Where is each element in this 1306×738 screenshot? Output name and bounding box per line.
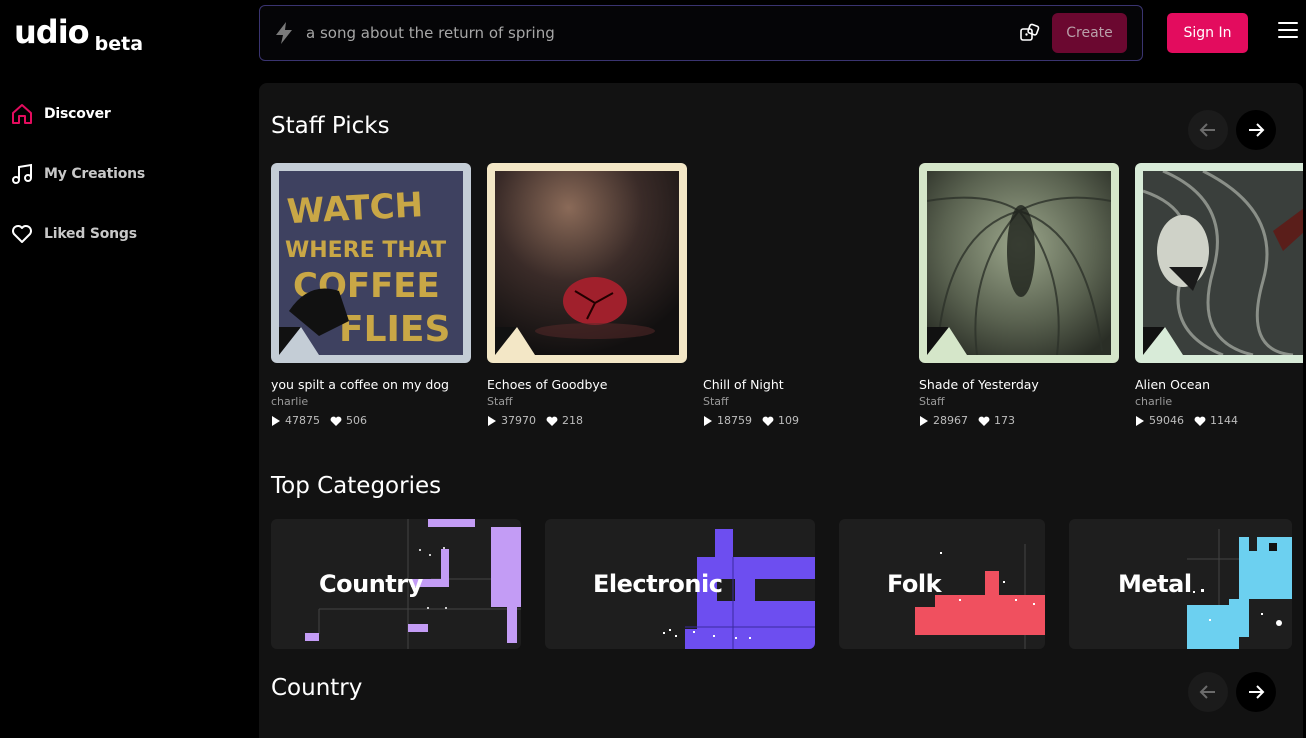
song-title[interactable]: Echoes of Goodbye xyxy=(487,377,687,392)
category-card-country[interactable]: Country xyxy=(271,519,521,649)
heart-icon xyxy=(1194,416,1206,426)
play-icon xyxy=(1135,415,1145,426)
app-root: udio beta Discover My Creations Liked So… xyxy=(0,0,1306,738)
song-cover[interactable] xyxy=(703,163,903,363)
song-artist[interactable]: charlie xyxy=(1135,395,1303,408)
category-name: Country xyxy=(319,570,423,598)
sidebar-item-my-creations[interactable]: My Creations xyxy=(0,144,255,204)
play-count: 59046 xyxy=(1149,414,1184,427)
like-count: 218 xyxy=(562,414,583,427)
song-artist[interactable]: Staff xyxy=(919,395,1119,408)
corner-mark-icon xyxy=(279,327,319,355)
song-stats: 18759 109 xyxy=(703,414,903,427)
heart-icon xyxy=(10,222,34,246)
song-card[interactable]: Echoes of Goodbye Staff 37970 218 xyxy=(487,163,687,427)
category-card-metal[interactable]: Metal xyxy=(1069,519,1292,649)
country-prev-button[interactable] xyxy=(1188,672,1228,712)
category-card-electronic[interactable]: Electronic xyxy=(545,519,815,649)
song-cover[interactable] xyxy=(919,163,1119,363)
section-title-top-categories: Top Categories xyxy=(271,473,442,499)
song-card[interactable]: Alien Ocean charlie 59046 1144 xyxy=(1135,163,1303,427)
corner-mark-icon xyxy=(495,327,535,355)
corner-mark-icon xyxy=(1143,327,1183,355)
svg-text:WATCH: WATCH xyxy=(286,185,424,232)
song-stats: 47875 506 xyxy=(271,414,471,427)
main-content: Staff Picks WATCH WHERE THAT COFFEE FLIE… xyxy=(259,83,1303,738)
like-count: 1144 xyxy=(1210,414,1238,427)
song-stats: 37970 218 xyxy=(487,414,687,427)
staff-picks-prev-button[interactable] xyxy=(1188,110,1228,150)
lightning-icon xyxy=(274,21,296,45)
beta-badge: beta xyxy=(94,33,144,55)
song-artist[interactable]: Staff xyxy=(703,395,903,408)
heart-icon xyxy=(978,416,990,426)
song-artist[interactable]: charlie xyxy=(271,395,471,408)
heart-icon xyxy=(762,416,774,426)
like-count: 109 xyxy=(778,414,799,427)
play-icon xyxy=(487,415,497,426)
prompt-bar: Create xyxy=(259,5,1143,61)
song-cover[interactable]: WATCH WHERE THAT COFFEE FLIES xyxy=(271,163,471,363)
song-stats: 28967 173 xyxy=(919,414,1119,427)
song-card[interactable]: WATCH WHERE THAT COFFEE FLIES you spilt … xyxy=(271,163,471,427)
song-artist[interactable]: Staff xyxy=(487,395,687,408)
sidebar-item-discover[interactable]: Discover xyxy=(0,84,255,144)
play-count: 47875 xyxy=(285,414,320,427)
country-next-button[interactable] xyxy=(1236,672,1276,712)
sidebar-item-label: My Creations xyxy=(44,166,146,182)
song-title[interactable]: Alien Ocean xyxy=(1135,377,1303,392)
play-icon xyxy=(271,415,281,426)
like-count: 173 xyxy=(994,414,1015,427)
play-count: 28967 xyxy=(933,414,968,427)
create-button[interactable]: Create xyxy=(1052,13,1127,53)
like-count: 506 xyxy=(346,414,367,427)
logo-wordmark: udio xyxy=(14,13,90,51)
category-pattern xyxy=(915,544,1045,649)
song-cover[interactable] xyxy=(1135,163,1303,363)
home-icon xyxy=(10,102,34,126)
logo[interactable]: udio beta xyxy=(14,13,143,54)
svg-text:FLIES: FLIES xyxy=(339,309,450,350)
play-icon xyxy=(919,415,929,426)
prompt-input[interactable] xyxy=(306,24,1018,42)
category-name: Electronic xyxy=(593,570,723,598)
section-title-staff-picks: Staff Picks xyxy=(271,113,390,139)
heart-icon xyxy=(330,416,342,426)
category-card-folk[interactable]: Folk xyxy=(839,519,1045,649)
play-count: 37970 xyxy=(501,414,536,427)
sign-in-button[interactable]: Sign In xyxy=(1167,13,1248,53)
song-card[interactable]: Chill of Night Staff 18759 109 xyxy=(703,163,903,427)
music-note-icon xyxy=(10,162,34,186)
song-card[interactable]: Shade of Yesterday Staff 28967 173 xyxy=(919,163,1119,427)
category-name: Metal xyxy=(1118,570,1192,598)
song-title[interactable]: Chill of Night xyxy=(703,377,903,392)
hamburger-menu-icon[interactable] xyxy=(1278,22,1298,42)
corner-mark-icon xyxy=(927,327,967,355)
sidebar-item-liked-songs[interactable]: Liked Songs xyxy=(0,204,255,264)
play-icon xyxy=(703,415,713,426)
play-count: 18759 xyxy=(717,414,752,427)
sidebar-item-label: Liked Songs xyxy=(44,226,137,242)
sidebar-item-label: Discover xyxy=(44,106,111,122)
heart-icon xyxy=(546,416,558,426)
song-cover[interactable] xyxy=(487,163,687,363)
sidebar: Discover My Creations Liked Songs xyxy=(0,84,255,264)
dice-icon[interactable] xyxy=(1018,21,1042,45)
staff-picks-next-button[interactable] xyxy=(1236,110,1276,150)
section-title-country: Country xyxy=(271,675,363,701)
song-title[interactable]: Shade of Yesterday xyxy=(919,377,1119,392)
song-stats: 59046 1144 xyxy=(1135,414,1303,427)
category-name: Folk xyxy=(887,570,942,598)
song-title[interactable]: you spilt a coffee on my dog xyxy=(271,377,471,392)
svg-text:WHERE THAT: WHERE THAT xyxy=(285,238,446,263)
